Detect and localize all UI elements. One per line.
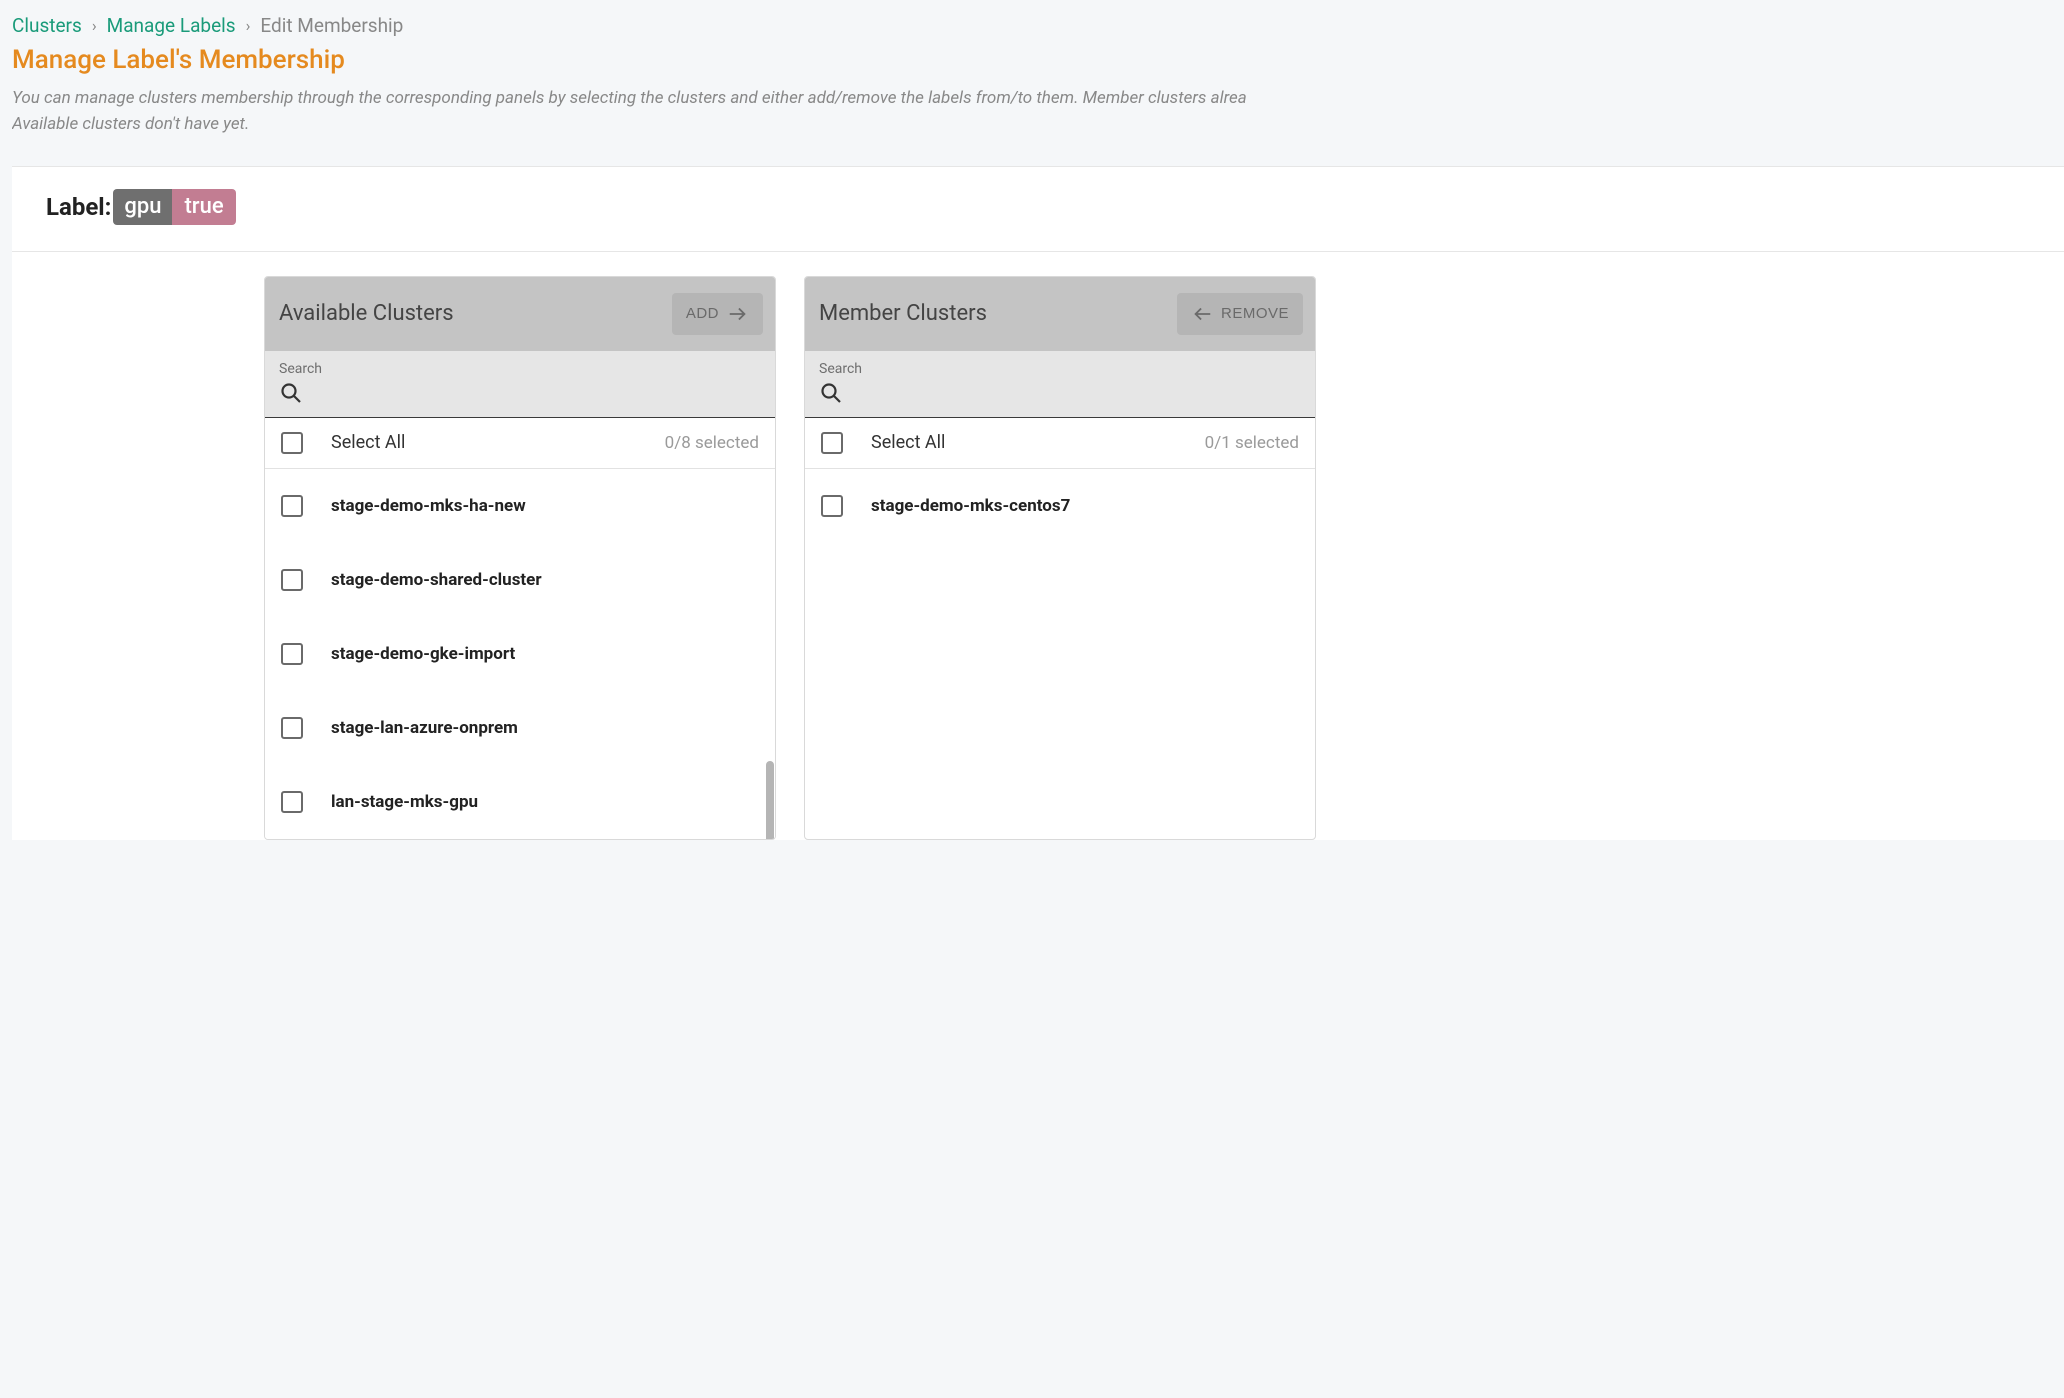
item-label: stage-demo-shared-cluster bbox=[331, 570, 542, 590]
item-checkbox[interactable] bbox=[281, 717, 303, 739]
member-clusters-panel: Member Clusters Remove Search Select All… bbox=[804, 276, 1316, 840]
member-panel-header: Member Clusters Remove bbox=[805, 277, 1315, 351]
panels-container: Available Clusters Add Search Select All… bbox=[12, 252, 2064, 840]
item-label: stage-demo-mks-centos7 bbox=[871, 496, 1070, 516]
page-subtitle: You can manage clusters membership throu… bbox=[12, 85, 2064, 138]
list-item[interactable]: stage-demo-mks-ha-new bbox=[265, 469, 775, 543]
member-select-all-checkbox[interactable] bbox=[821, 432, 843, 454]
available-search: Search bbox=[265, 351, 775, 418]
item-checkbox[interactable] bbox=[281, 495, 303, 517]
list-item[interactable]: stage-demo-mks-centos7 bbox=[805, 469, 1315, 543]
breadcrumb-current: Edit Membership bbox=[260, 14, 403, 37]
item-checkbox[interactable] bbox=[281, 643, 303, 665]
member-search-input[interactable] bbox=[849, 384, 1301, 402]
remove-button-label: Remove bbox=[1221, 305, 1289, 322]
breadcrumb-clusters[interactable]: Clusters bbox=[12, 14, 82, 37]
member-search: Search bbox=[805, 351, 1315, 418]
list-item[interactable]: stage-lan-azure-onprem bbox=[265, 691, 775, 765]
available-panel-title: Available Clusters bbox=[279, 301, 454, 326]
available-clusters-panel: Available Clusters Add Search Select All… bbox=[264, 276, 776, 840]
subtitle-line2: Available clusters don't have yet. bbox=[12, 111, 2064, 137]
list-item[interactable]: stage-demo-gke-import bbox=[265, 617, 775, 691]
member-select-all-label: Select All bbox=[871, 432, 1177, 453]
available-select-all-row: Select All 0/8 selected bbox=[265, 418, 775, 469]
item-label: stage-demo-mks-ha-new bbox=[331, 496, 526, 516]
breadcrumb-separator-icon: › bbox=[92, 16, 97, 35]
member-select-all-row: Select All 0/1 selected bbox=[805, 418, 1315, 469]
breadcrumb: Clusters › Manage Labels › Edit Membersh… bbox=[12, 14, 2064, 37]
available-search-input[interactable] bbox=[309, 384, 761, 402]
member-panel-title: Member Clusters bbox=[819, 301, 987, 326]
label-tag: gpu true bbox=[113, 189, 235, 225]
available-select-all-label: Select All bbox=[331, 432, 637, 453]
label-prefix: Label: bbox=[46, 193, 111, 221]
arrow-right-icon bbox=[727, 303, 749, 325]
list-item[interactable]: stage-demo-shared-cluster bbox=[265, 543, 775, 617]
list-item[interactable]: lan-stage-mks-gpu bbox=[265, 765, 775, 839]
label-value: true bbox=[172, 189, 235, 225]
available-search-label: Search bbox=[279, 361, 761, 377]
label-key: gpu bbox=[113, 189, 172, 225]
item-label: stage-lan-azure-onprem bbox=[331, 718, 518, 738]
arrow-left-icon bbox=[1191, 303, 1213, 325]
breadcrumb-manage-labels[interactable]: Manage Labels bbox=[107, 14, 236, 37]
member-items-list: stage-demo-mks-centos7 bbox=[805, 469, 1315, 543]
subtitle-line1: You can manage clusters membership throu… bbox=[12, 88, 1247, 108]
item-checkbox[interactable] bbox=[821, 495, 843, 517]
search-icon bbox=[819, 381, 843, 405]
page-title: Manage Label's Membership bbox=[12, 45, 2064, 75]
scrollbar-thumb[interactable] bbox=[766, 761, 774, 840]
member-search-label: Search bbox=[819, 361, 1301, 377]
available-select-all-checkbox[interactable] bbox=[281, 432, 303, 454]
available-panel-header: Available Clusters Add bbox=[265, 277, 775, 351]
breadcrumb-separator-icon: › bbox=[246, 16, 251, 35]
available-items-list: stage-demo-mks-ha-new stage-demo-shared-… bbox=[265, 469, 775, 839]
label-card: Label: gpu true bbox=[12, 166, 2064, 252]
item-checkbox[interactable] bbox=[281, 569, 303, 591]
available-selected-count: 0/8 selected bbox=[665, 433, 759, 453]
item-label: stage-demo-gke-import bbox=[331, 644, 515, 664]
member-selected-count: 0/1 selected bbox=[1205, 433, 1299, 453]
search-icon bbox=[279, 381, 303, 405]
item-label: lan-stage-mks-gpu bbox=[331, 792, 478, 812]
item-checkbox[interactable] bbox=[281, 791, 303, 813]
remove-button[interactable]: Remove bbox=[1177, 293, 1303, 335]
add-button[interactable]: Add bbox=[672, 293, 763, 335]
add-button-label: Add bbox=[686, 305, 719, 322]
